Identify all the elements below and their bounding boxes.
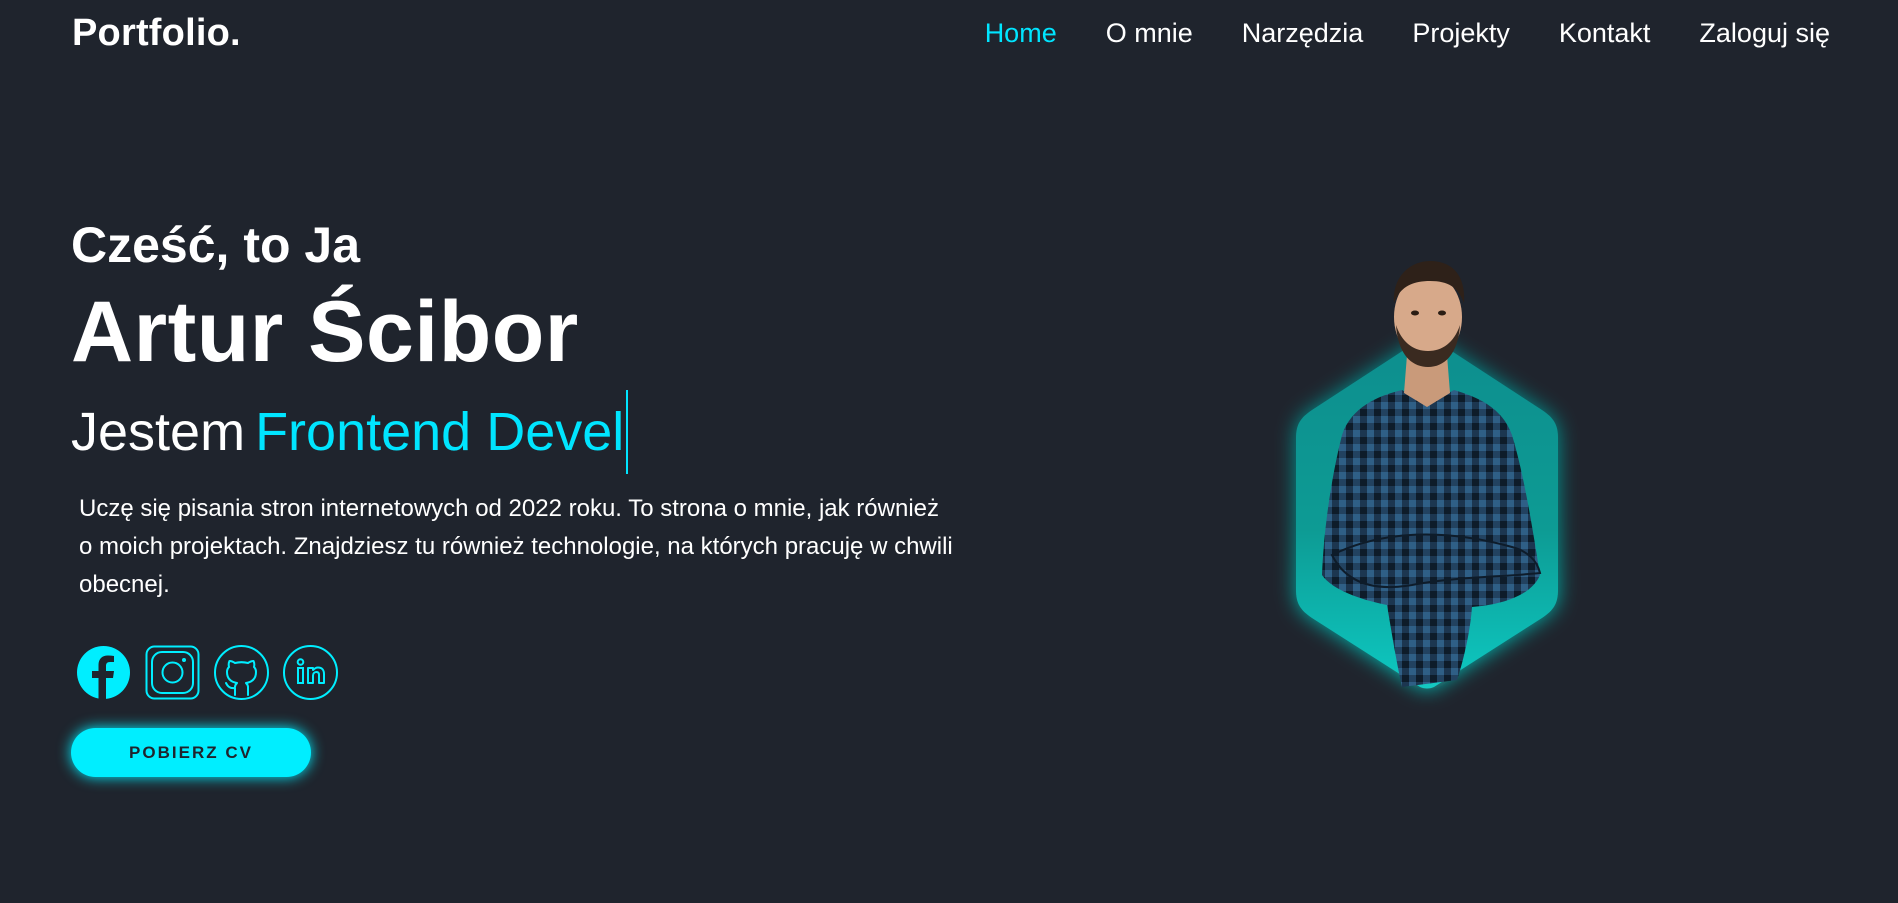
hero-role: Jestem Frontend Devel [71,390,971,474]
nav-projects[interactable]: Projekty [1412,18,1510,49]
hero-greeting: Cześć, to Ja [71,217,361,273]
github-link[interactable] [214,645,269,700]
role-prefix: Jestem [71,402,246,462]
main-nav: Home O mnie Narzędzia Projekty Kontakt Z… [936,18,1830,49]
facebook-icon [77,646,130,699]
profile-photo [1262,255,1592,705]
social-links [76,645,342,700]
linkedin-link[interactable] [283,645,338,700]
nav-home[interactable]: Home [985,18,1057,49]
facebook-link[interactable] [76,645,131,700]
nav-about[interactable]: O mnie [1106,18,1193,49]
nav-contact[interactable]: Kontakt [1559,18,1651,49]
nav-login[interactable]: Zaloguj się [1699,18,1830,49]
download-cv-button[interactable]: POBIERZ CV [71,728,311,777]
role-typed-text: Frontend Devel [255,390,629,474]
instagram-link[interactable] [145,645,200,700]
profile-image [1296,261,1558,689]
site-header: Portfolio. Home O mnie Narzędzia Projekt… [0,0,1898,66]
instagram-icon [145,645,200,700]
nav-tools[interactable]: Narzędzia [1242,18,1364,49]
github-icon [214,645,269,700]
hero-name: Artur Ścibor [71,284,579,380]
linkedin-icon [283,645,338,700]
hero-description: Uczę się pisania stron internetowych od … [79,495,953,598]
site-logo[interactable]: Portfolio. [72,12,241,55]
hero-section: Cześć, to Ja Artur Ścibor Jestem Fronten… [71,210,971,604]
